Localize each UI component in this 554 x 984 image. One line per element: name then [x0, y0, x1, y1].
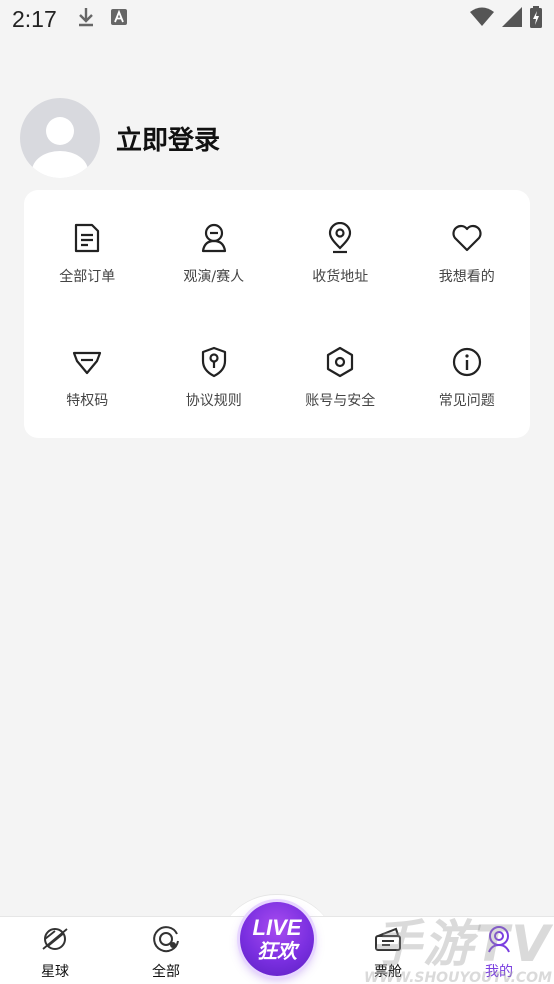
menu-item-shipping-address[interactable]: 收货地址	[277, 190, 404, 314]
menu-item-label: 观演/赛人	[183, 269, 245, 285]
live-carnival-button[interactable]: LIVE 狂欢	[240, 902, 314, 976]
download-icon	[77, 7, 95, 31]
shield-key-icon	[196, 344, 232, 380]
tab-all[interactable]: 全部	[126, 923, 206, 981]
tab-planet[interactable]: 星球	[15, 923, 95, 981]
location-pin-icon	[322, 220, 358, 256]
avatar[interactable]	[20, 98, 100, 178]
diamond-icon	[69, 344, 105, 380]
menu-item-account-security[interactable]: 账号与安全	[277, 314, 404, 438]
heart-icon	[449, 220, 485, 256]
tab-ticket-cabin[interactable]: 票舱	[348, 923, 428, 981]
hexagon-nut-icon	[322, 344, 358, 380]
menu-item-wishlist[interactable]: 我想看的	[404, 190, 531, 314]
wifi-icon	[470, 7, 494, 31]
menu-item-label: 常见问题	[438, 393, 495, 409]
info-circle-icon	[449, 344, 485, 380]
menu-item-privilege-code[interactable]: 特权码	[24, 314, 151, 438]
menu-item-label: 特权码	[66, 393, 109, 409]
menu-item-label: 全部订单	[59, 269, 116, 285]
menu-item-faq[interactable]: 常见问题	[404, 314, 531, 438]
menu-item-label: 协议规则	[185, 393, 242, 409]
menu-item-label: 收货地址	[312, 269, 369, 285]
menu-item-audience[interactable]: 观演/赛人	[151, 190, 278, 314]
tab-label: 星球	[41, 964, 69, 980]
order-list-icon	[69, 220, 105, 256]
status-bar: 2:17	[0, 0, 554, 38]
menu-item-all-orders[interactable]: 全部订单	[24, 190, 151, 314]
menu-item-agreements[interactable]: 协议规则	[151, 314, 278, 438]
planet-icon	[39, 923, 71, 955]
font-a-icon	[110, 9, 127, 29]
audience-person-icon	[196, 220, 232, 256]
battery-charging-icon	[530, 6, 542, 32]
tab-mine[interactable]: 我的	[459, 923, 539, 981]
profile-header[interactable]: 立即登录	[20, 98, 220, 178]
menu-item-label: 账号与安全	[305, 393, 376, 409]
avatar-body-shape	[32, 151, 88, 178]
tab-label: 全部	[152, 964, 180, 980]
all-target-icon	[150, 923, 182, 955]
cellular-signal-icon	[502, 7, 522, 31]
mine-person-icon	[483, 923, 515, 955]
avatar-head-shape	[46, 117, 74, 145]
status-time: 2:17	[12, 5, 57, 32]
tab-label: 票舱	[374, 964, 402, 980]
services-card: 全部订单 观演/赛人 收货地址 我想看的 特权码 协议规则 账号与安全 常见问题	[24, 190, 530, 438]
login-now-link[interactable]: 立即登录	[116, 120, 220, 157]
live-button-line1: LIVE	[252, 915, 302, 940]
tab-label: 我的	[485, 964, 513, 980]
menu-item-label: 我想看的	[438, 269, 495, 285]
live-button-line2: 狂欢	[257, 939, 297, 963]
ticket-cabin-icon	[372, 923, 404, 955]
